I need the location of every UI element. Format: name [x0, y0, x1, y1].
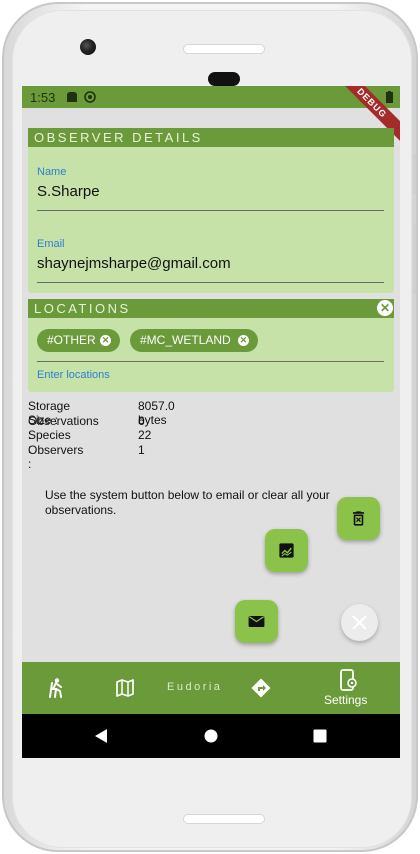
back-icon[interactable] — [94, 728, 108, 744]
chart-button[interactable] — [265, 529, 308, 572]
bottom-speaker-grille — [183, 814, 265, 824]
locations-header: LOCATIONS — [28, 299, 394, 318]
bottom-navigation: Eudoria Settings — [22, 662, 400, 714]
observer-details-header: OBSERVER DETAILS — [28, 128, 394, 147]
locations-underline — [37, 361, 384, 362]
map-icon — [116, 679, 134, 697]
email-underline — [37, 282, 384, 283]
nav-settings-label: Settings — [324, 693, 368, 707]
clear-locations-icon[interactable]: ✕ — [377, 300, 393, 316]
home-icon[interactable] — [204, 729, 218, 743]
status-time: 1:53 — [30, 90, 56, 105]
close-menu-button[interactable] — [341, 604, 378, 641]
directions-icon — [251, 678, 271, 698]
nav-observe[interactable] — [40, 662, 74, 714]
instruction-text: Use the system button below to email or … — [45, 488, 330, 517]
power-button — [413, 224, 416, 294]
stat-value: 1 — [138, 442, 145, 457]
observer-details-panel: OBSERVER DETAILS Name S.Sharpe Email sha… — [28, 128, 394, 293]
app-title: Eudoria — [167, 681, 223, 693]
chip-label: #OTHER — [47, 333, 96, 347]
location-chip-other[interactable]: #OTHER ✕ — [37, 329, 120, 352]
status-bar: 1:53 DEBUG — [22, 86, 400, 144]
locations-panel: LOCATIONS ✕ #OTHER ✕ #MC_WETLAND ✕ Enter… — [28, 299, 394, 392]
nav-map[interactable] — [108, 662, 142, 714]
nav-directions[interactable] — [244, 662, 278, 714]
sd-card-icon — [67, 92, 77, 102]
name-field[interactable]: S.Sharpe — [37, 183, 100, 200]
chip-remove-icon[interactable]: ✕ — [100, 335, 111, 346]
locations-input[interactable]: Enter locations — [37, 369, 110, 381]
system-navigation-bar — [22, 714, 400, 758]
name-label: Name — [37, 166, 67, 178]
location-chip-mc-wetland[interactable]: #MC_WETLAND ✕ — [130, 329, 258, 352]
email-observations-button[interactable] — [235, 600, 278, 643]
chip-remove-icon[interactable]: ✕ — [238, 335, 249, 346]
email-field[interactable]: shaynejmsharpe@gmail.com — [37, 255, 231, 272]
front-camera — [80, 39, 96, 55]
sync-icon — [84, 91, 96, 103]
delete-icon — [352, 511, 365, 526]
email-icon — [248, 615, 265, 628]
settings-phone-icon — [340, 669, 357, 691]
top-speaker-grille — [183, 44, 265, 54]
app-screen: 1:53 DEBUG OBSERVER DETAILS Name S.Sharp… — [22, 86, 400, 758]
clear-observations-button[interactable] — [337, 497, 380, 540]
name-underline — [37, 210, 384, 211]
chart-icon — [279, 543, 294, 558]
chip-label: #MC_WETLAND — [140, 333, 231, 347]
volume-button — [413, 154, 416, 194]
stat-value: 6 — [138, 413, 145, 428]
earpiece — [208, 72, 240, 86]
email-label: Email — [37, 238, 65, 250]
stat-value: 22 — [138, 428, 152, 442]
recents-icon[interactable] — [313, 729, 327, 743]
hiking-icon — [49, 678, 62, 698]
battery-icon — [386, 91, 393, 103]
close-icon — [352, 615, 367, 630]
stat-key: Observers : — [28, 442, 84, 471]
